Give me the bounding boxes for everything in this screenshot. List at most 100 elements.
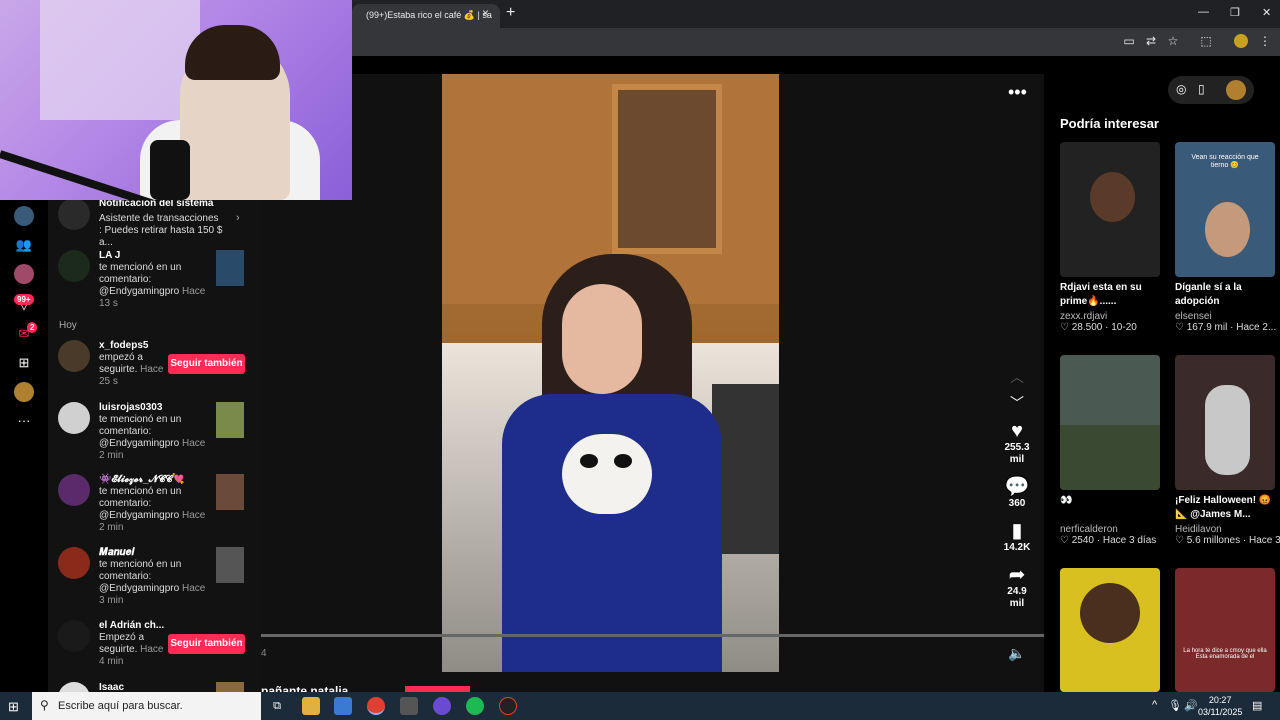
rec-card[interactable]: Vean su reacción que tierno 😊 Díganle sí…: [1175, 142, 1276, 333]
store-icon[interactable]: [334, 697, 352, 715]
notif-text: te mencionó en un comentario: @Endygamin…: [99, 486, 206, 533]
rec-thumbnail: [1060, 142, 1160, 277]
live-avatar-icon[interactable]: [14, 264, 34, 284]
rec-card[interactable]: Rdjavi esta en su prime🔥...... zexx.rdja…: [1060, 142, 1160, 333]
avatar: [58, 547, 90, 579]
extensions-icon[interactable]: ⬚: [1199, 34, 1213, 48]
address-bar-area: [352, 28, 1280, 56]
rec-user: zexx.rdjavi: [1060, 311, 1108, 322]
rec-user: nerficalderon: [1060, 524, 1118, 535]
profile-icon[interactable]: [14, 382, 34, 402]
notif-name: el Adrián ch...: [99, 620, 165, 631]
video-frame[interactable]: [442, 74, 779, 672]
time-label: 4: [261, 648, 267, 659]
file-explorer-icon[interactable]: [302, 697, 320, 715]
notification-center-icon[interactable]: ▤: [1252, 699, 1262, 712]
rec-caption: Rdjavi esta en su prime🔥......: [1060, 282, 1142, 307]
follow-back-button[interactable]: Seguir también: [168, 354, 245, 374]
comment-action[interactable]: 💬 360: [1000, 476, 1034, 510]
comment-icon: 💬: [1004, 476, 1030, 498]
like-action[interactable]: ♥ 255.3 mil: [1000, 420, 1034, 466]
rec-thumbnail: [1060, 355, 1160, 490]
upload-icon[interactable]: ⊞: [14, 353, 34, 373]
avatar: [58, 402, 90, 434]
more-icon[interactable]: ···: [14, 410, 34, 430]
notifications-panel: Notificación del sistema Asistente de tr…: [48, 196, 261, 692]
notif-thumbnail: [216, 547, 244, 583]
friends-icon[interactable]: 👥: [14, 235, 34, 255]
browser-menu-icon[interactable]: ⋮: [1258, 34, 1272, 48]
explore-icon[interactable]: ◎: [1176, 82, 1186, 96]
avatar: [58, 682, 90, 692]
device-icon[interactable]: ▯: [1198, 82, 1205, 96]
share-icon: ➦: [1008, 564, 1026, 586]
webcam-mic: [150, 140, 190, 200]
taskbar-search[interactable]: ⚲ Escribe aquí para buscar.: [32, 692, 261, 720]
chevron-right-icon: ›: [236, 212, 240, 224]
rec-meta: ♡ 5.6 millones · Hace 3...: [1175, 535, 1280, 546]
app-icon[interactable]: [400, 697, 418, 715]
home-logo-icon[interactable]: [14, 206, 34, 226]
active-tab[interactable]: (99+)Estaba rico el café 💰 | sa: [352, 4, 500, 28]
rec-card[interactable]: 👀 nerficalderon ♡ 2540 · Hace 3 días: [1060, 355, 1160, 546]
video-progress-bar[interactable]: [261, 634, 1044, 637]
search-placeholder: Escribe aquí para buscar.: [58, 700, 183, 712]
rec-thumbnail: [1060, 568, 1160, 692]
rec-caption: 👀: [1060, 495, 1073, 506]
rec-overlay: Vean su reacción que tierno 😊: [1191, 154, 1259, 169]
notif-text: Empezó a seguirte. Hace 4 min: [99, 632, 164, 667]
volume-icon[interactable]: 🔈: [1008, 645, 1025, 662]
mic-icon[interactable]: 🎙: [1168, 699, 1182, 712]
tray-arrow-icon[interactable]: ^: [1152, 699, 1157, 711]
rec-thumbnail: [1175, 355, 1275, 490]
system-clock[interactable]: 20:27 03/11/2025: [1198, 694, 1242, 718]
rec-card[interactable]: ¡Feliz Halloween! 😡 📐 @James M... Heidil…: [1175, 355, 1280, 546]
rec-card[interactable]: [1060, 568, 1160, 692]
obs-icon[interactable]: [499, 697, 517, 715]
minimize-button[interactable]: —: [1198, 6, 1209, 18]
speaker-icon[interactable]: 🔊: [1184, 699, 1198, 712]
profile-avatar[interactable]: [1234, 34, 1248, 48]
mug: [562, 434, 652, 514]
task-view-icon[interactable]: ⧉: [268, 697, 286, 715]
rec-meta: ♡ 2540 · Hace 3 días: [1060, 535, 1157, 546]
more-options-icon[interactable]: •••: [1008, 82, 1027, 103]
share-action[interactable]: ➦ 24.9 mil: [1000, 564, 1034, 610]
bookmark-star-icon[interactable]: ☆: [1166, 34, 1180, 48]
face: [562, 284, 642, 394]
cast-icon[interactable]: ▭: [1122, 34, 1136, 48]
spotify-icon[interactable]: [466, 697, 484, 715]
appliance: [712, 384, 779, 554]
rec-overlay: La hora te dice a cmoy que ella Esta ena…: [1183, 648, 1267, 660]
save-action[interactable]: ▮ 14.2K: [1000, 520, 1034, 554]
rec-user: elsensei: [1175, 311, 1212, 322]
tab-close-icon[interactable]: ×: [482, 6, 489, 20]
like-count: 255.3 mil: [1004, 442, 1030, 465]
rec-card[interactable]: La hora te dice a cmoy que ella Esta ena…: [1175, 568, 1275, 692]
rec-caption: ¡Feliz Halloween! 😡 📐 @James M...: [1175, 495, 1272, 520]
next-video-button[interactable]: ﹀: [1000, 392, 1034, 414]
notif-name: Isaac: [99, 682, 125, 692]
prev-video-button[interactable]: ︿: [1000, 366, 1034, 388]
windows-start-icon[interactable]: ⊞: [8, 699, 19, 715]
avatar: [58, 340, 90, 372]
top-right-controls: ◎ ▯: [1168, 76, 1254, 104]
tab-strip: (99+)Estaba rico el café 💰 | sa × + — ❐ …: [352, 0, 1280, 28]
follow-back-button[interactable]: Seguir también: [168, 634, 245, 654]
rec-meta: ♡ 28.500 · 10-20: [1060, 322, 1137, 333]
restore-button[interactable]: ❐: [1230, 6, 1240, 19]
new-tab-button[interactable]: +: [506, 4, 515, 22]
rec-thumbnail: Vean su reacción que tierno 😊: [1175, 142, 1275, 277]
webcam-hair: [185, 25, 280, 80]
translate-icon[interactable]: ⇄: [1144, 34, 1158, 48]
notif-text: empezó a seguirte. Hace 25 s: [99, 352, 164, 387]
user-avatar[interactable]: [1226, 80, 1246, 100]
avatar: [58, 620, 90, 652]
discord-icon[interactable]: [433, 697, 451, 715]
windows-taskbar: ⊞ ⚲ Escribe aquí para buscar. ⧉ ^ 🎙 🔊 20…: [0, 692, 1280, 720]
notif-name: 𝑴𝒂𝒏𝒖𝒆𝒍: [99, 547, 135, 558]
lock-icon: [58, 198, 90, 230]
notif-text: te mencionó en un comentario: @Endygamin…: [99, 262, 206, 309]
close-window-button[interactable]: ✕: [1262, 6, 1271, 19]
chrome-icon[interactable]: [367, 697, 385, 715]
